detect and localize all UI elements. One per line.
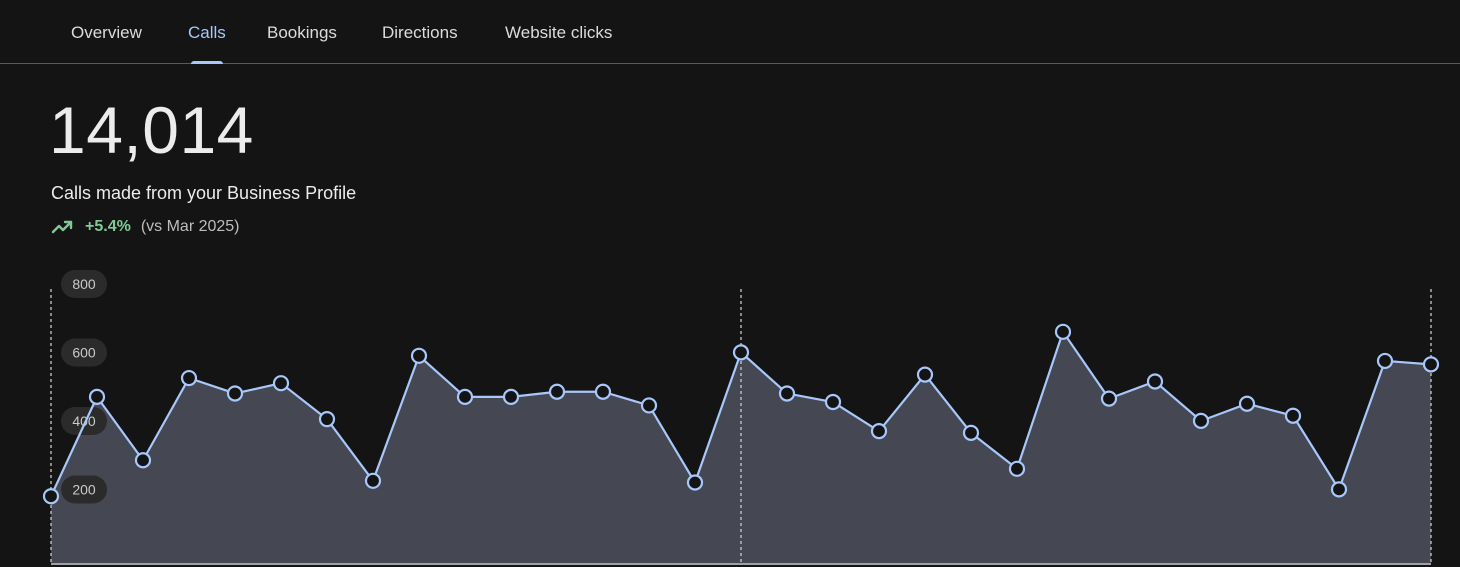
data-point-24 (1146, 373, 1164, 390)
data-point-4 (226, 385, 244, 402)
data-point-11 (548, 383, 566, 400)
data-point-1 (88, 388, 106, 405)
data-point-29 (1376, 352, 1394, 370)
data-point-6 (318, 411, 336, 428)
data-point-3 (180, 369, 198, 387)
trending-up-icon (51, 220, 73, 234)
data-point-16 (778, 385, 796, 402)
data-point-0 (42, 488, 60, 505)
tab-bar: Overview Calls Bookings Directions Websi… (0, 0, 1460, 64)
data-point-27 (1284, 407, 1302, 424)
change-percent: +5.4% (85, 218, 131, 235)
calls-chart: 200 400 600 800 (42, 270, 1440, 565)
total-calls-value: 14,014 (49, 93, 254, 167)
data-point-7 (364, 472, 382, 489)
data-point-13 (640, 397, 658, 414)
active-tab-indicator (191, 61, 223, 64)
data-point-22 (1054, 323, 1072, 340)
comparison-period: (vs Mar 2025) (140, 218, 240, 235)
tab-overview[interactable]: Overview (71, 0, 142, 63)
data-point-26 (1238, 395, 1256, 412)
y-tick-200: 200 (61, 475, 107, 504)
data-point-28 (1330, 481, 1348, 498)
data-point-8 (410, 347, 428, 364)
data-point-12 (594, 383, 612, 400)
tab-website-clicks[interactable]: Website clicks (505, 0, 612, 63)
y-tick-800: 800 (61, 270, 107, 298)
data-point-15 (732, 344, 750, 361)
data-point-19 (916, 366, 934, 383)
data-point-9 (456, 388, 474, 405)
change-indicator: +5.4% (vs Mar 2025) (51, 216, 240, 238)
tab-calls[interactable]: Calls (188, 0, 226, 64)
data-point-10 (502, 388, 520, 405)
metric-description: Calls made from your Business Profile (51, 183, 357, 203)
y-tick-400: 400 (61, 407, 107, 435)
data-point-18 (870, 423, 888, 440)
data-point-20 (962, 424, 980, 441)
data-point-30 (1422, 356, 1440, 373)
data-point-21 (1008, 460, 1026, 477)
data-point-25 (1192, 412, 1210, 429)
data-point-2 (134, 452, 152, 469)
data-point-23 (1100, 390, 1118, 407)
y-tick-600: 600 (61, 338, 107, 367)
data-point-14 (686, 474, 704, 491)
data-point-17 (824, 393, 842, 411)
y-tick-label-600: 600 (72, 345, 96, 361)
y-tick-label-800: 800 (72, 276, 96, 292)
tab-bookings[interactable]: Bookings (267, 0, 337, 63)
tab-directions[interactable]: Directions (382, 0, 458, 63)
data-point-5 (272, 375, 290, 392)
y-tick-label-200: 200 (72, 482, 96, 498)
